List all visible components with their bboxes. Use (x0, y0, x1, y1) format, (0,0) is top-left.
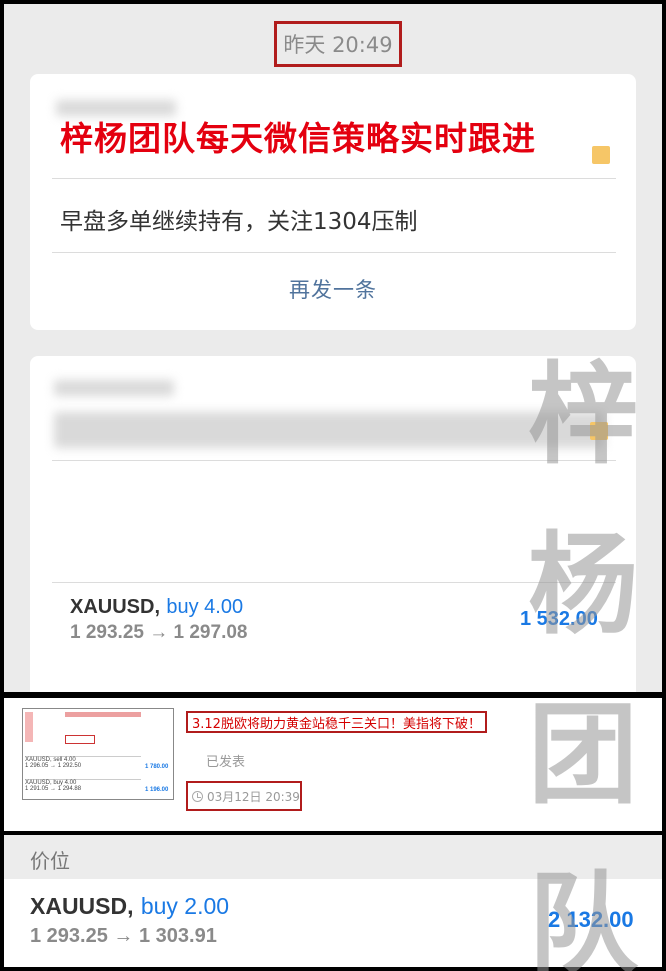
thumbnail-chart (25, 712, 33, 742)
article-title[interactable]: 3.12脱欧将助力黄金站稳千三关口！美指将下破！ (186, 711, 487, 733)
trade-prices: 1 293.25 → 1 297.08 (70, 622, 248, 643)
trade-message-card[interactable]: XAUUSD, buy 4.00 1 293.25 → 1 297.08 1 5… (30, 356, 636, 692)
article-thumbnail[interactable]: XAUUSD, sell 4.00 1 296.05 → 1 292.50 1 … (22, 708, 174, 800)
article-panel: XAUUSD, sell 4.00 1 296.05 → 1 292.50 1 … (4, 698, 662, 831)
thumbnail-profit: 1 780.00 (145, 764, 169, 770)
section-header: 价位 (4, 835, 662, 879)
trade-symbol: XAUUSD, (70, 596, 161, 618)
position-symbol: XAUUSD, (30, 893, 134, 919)
position-profit: 2 132.00 (548, 907, 634, 932)
publish-time: 03月12日 20:39 (186, 781, 302, 811)
trade-profit: 1 532.00 (520, 608, 598, 630)
strategy-headline: 梓杨团队每天微信策略实时跟进 (60, 119, 536, 158)
divider (52, 252, 616, 253)
thumbnail-row: XAUUSD, sell 4.00 1 296.05 → 1 292.50 (25, 756, 141, 776)
position-prices: 1 293.25 → 1 303.91 (30, 925, 217, 947)
trade-side: buy 4.00 (166, 596, 244, 618)
thumbnail-profit: 1 196.00 (145, 787, 169, 793)
positions-panel: 价位 XAUUSD, buy 2.00 1 293.25 → 1 303.91 … (4, 835, 662, 967)
chat-panel: 昨天 20:49 梓杨团队每天微信策略实时跟进 早盘多单继续持有，关注1304压… (4, 4, 662, 692)
strategy-message-card[interactable]: 梓杨团队每天微信策略实时跟进 早盘多单继续持有，关注1304压制 再发一条 (30, 74, 636, 330)
chat-timestamp: 昨天 20:49 (274, 21, 402, 67)
blurred-message (54, 412, 604, 448)
position-title[interactable]: XAUUSD, buy 2.00 (30, 893, 229, 920)
clock-icon (192, 790, 203, 802)
divider (52, 582, 616, 583)
thumbnail-row: XAUUSD, buy 4.00 1 291.05 → 1 294.88 (25, 779, 141, 799)
blurred-sender (54, 380, 174, 396)
thumbnail-box (65, 735, 95, 744)
accent-square (590, 422, 608, 440)
position-side: buy 2.00 (140, 893, 230, 919)
thumbnail-headline (65, 712, 141, 717)
accent-square (592, 146, 610, 164)
resend-button[interactable]: 再发一条 (30, 274, 636, 304)
trade-title: XAUUSD, buy 4.00 (70, 594, 243, 619)
divider (52, 460, 616, 461)
publish-time-text: 03月12日 20:39 (207, 789, 300, 804)
divider (52, 178, 616, 179)
publish-status: 已发表 (206, 755, 246, 770)
strategy-message: 早盘多单继续持有，关注1304压制 (60, 209, 418, 235)
section-title: 价位 (30, 849, 70, 873)
